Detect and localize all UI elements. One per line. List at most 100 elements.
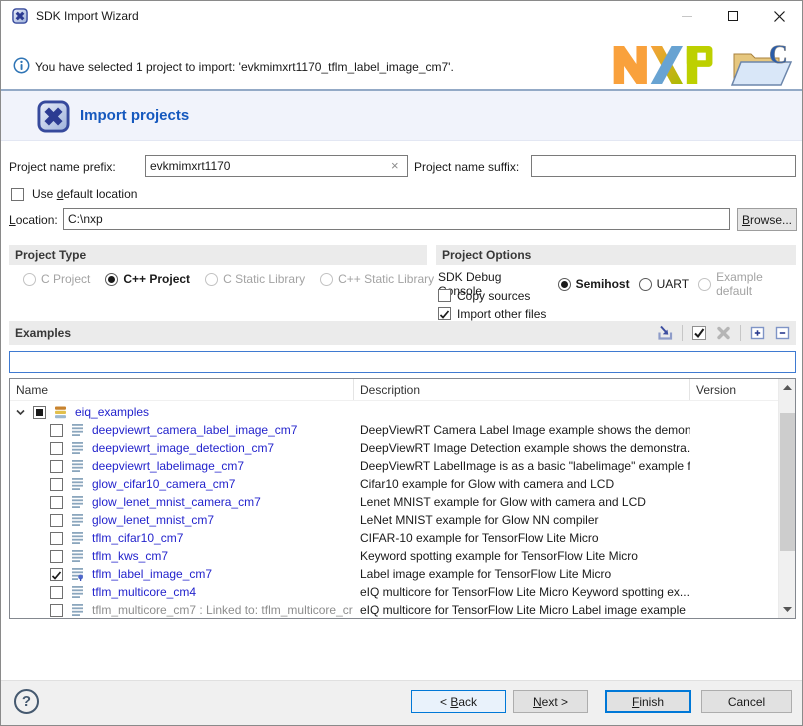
example-icon (71, 495, 84, 509)
examples-table: Name Description Version eiq_examplesdee… (9, 378, 796, 619)
browse-button[interactable]: Browse... (737, 208, 797, 231)
table-row[interactable]: glow_lenet_mnist_cm7LeNet MNIST example … (10, 511, 778, 529)
help-button[interactable]: ? (14, 689, 39, 714)
row-checkbox[interactable] (50, 514, 63, 527)
radio-semihost[interactable]: Semihost (558, 277, 630, 291)
examples-filter-input[interactable] (9, 351, 796, 373)
radio-label: C Project (41, 272, 90, 286)
column-header-description[interactable]: Description (354, 379, 690, 400)
maximize-icon (728, 11, 738, 21)
radio-label: UART (657, 277, 689, 291)
example-name[interactable]: tflm_multicore_cm7 : Linked to: tflm_mul… (92, 603, 353, 617)
scroll-up-icon[interactable] (779, 379, 795, 396)
check-all-icon[interactable] (691, 325, 707, 341)
suffix-input[interactable] (531, 155, 796, 177)
row-checkbox[interactable] (50, 568, 63, 581)
maximize-button[interactable] (710, 1, 756, 31)
examples-title: Examples (9, 326, 71, 340)
project-options-header: Project Options (436, 245, 796, 265)
back-button[interactable]: < Back (411, 690, 506, 713)
row-checkbox[interactable] (50, 424, 63, 437)
clear-prefix-icon[interactable]: × (391, 159, 399, 172)
row-checkbox[interactable] (50, 460, 63, 473)
finish-button[interactable]: Finish (605, 690, 691, 713)
radio-icon (205, 273, 218, 286)
checkbox-box (11, 188, 24, 201)
radio-uart[interactable]: UART (639, 277, 689, 291)
page-title: Import projects (80, 107, 189, 124)
table-row[interactable]: eiq_examples (10, 403, 778, 421)
wizard-x-icon (37, 100, 70, 133)
row-checkbox[interactable] (50, 496, 63, 509)
collapse-all-icon[interactable] (774, 325, 791, 341)
expand-all-icon[interactable] (749, 325, 766, 341)
toolbar-separator (682, 325, 683, 341)
prefix-input[interactable] (145, 155, 408, 177)
example-name[interactable]: deepviewrt_camera_label_image_cm7 (92, 423, 297, 437)
example-icon (71, 459, 84, 473)
table-row[interactable]: deepviewrt_image_detection_cm7DeepViewRT… (10, 439, 778, 457)
table-row[interactable]: tflm_multicore_cm7 : Linked to: tflm_mul… (10, 601, 778, 618)
use-default-location-checkbox[interactable]: Use default location (11, 187, 137, 201)
table-row[interactable]: tflm_label_image_cm7Label image example … (10, 565, 778, 583)
row-checkbox[interactable] (33, 406, 46, 419)
example-description: eIQ multicore for TensorFlow Lite Micro … (354, 603, 690, 617)
project-type-options: C ProjectC++ ProjectC Static LibraryC++ … (23, 272, 434, 286)
radio-c-project: C Project (23, 272, 90, 286)
scrollbar-thumb[interactable] (780, 413, 795, 551)
example-name[interactable]: tflm_kws_cm7 (92, 549, 168, 563)
next-button[interactable]: Next > (513, 690, 588, 713)
column-header-version[interactable]: Version (690, 379, 778, 400)
cancel-button[interactable]: Cancel (701, 690, 792, 713)
example-name[interactable]: tflm_cifar10_cm7 (92, 531, 183, 545)
example-name[interactable]: glow_cifar10_camera_cm7 (92, 477, 235, 491)
example-name[interactable]: tflm_multicore_cm4 (92, 585, 196, 599)
vertical-scrollbar[interactable] (778, 379, 795, 618)
table-row[interactable]: deepviewrt_camera_label_image_cm7DeepVie… (10, 421, 778, 439)
table-row[interactable]: tflm_kws_cm7Keyword spotting example for… (10, 547, 778, 565)
radio-c-project[interactable]: C++ Project (105, 272, 190, 286)
chevron-down-icon[interactable] (15, 407, 26, 418)
scroll-down-icon[interactable] (779, 601, 795, 618)
radio-c-static-library: C++ Static Library (320, 272, 434, 286)
title-bar: SDK Import Wizard (1, 1, 802, 31)
toolbar-separator (740, 325, 741, 341)
location-input[interactable] (63, 208, 730, 230)
example-description: Lenet MNIST example for Glow with camera… (354, 495, 690, 509)
table-row[interactable]: tflm_cifar10_cm7CIFAR-10 example for Ten… (10, 529, 778, 547)
row-checkbox[interactable] (50, 478, 63, 491)
project-options-checkboxes: Copy sources Import other files (438, 288, 546, 321)
example-icon (71, 531, 84, 545)
import-selection-icon[interactable] (656, 325, 674, 341)
table-row[interactable]: glow_lenet_mnist_camera_cm7 Lenet MNIST e… (10, 493, 778, 511)
row-checkbox[interactable] (50, 442, 63, 455)
example-name[interactable]: deepviewrt_image_detection_cm7 (92, 441, 274, 455)
radio-icon (698, 278, 711, 291)
info-icon (13, 57, 30, 74)
row-checkbox[interactable] (50, 604, 63, 617)
app-icon (12, 8, 28, 24)
row-checkbox[interactable] (50, 550, 63, 563)
example-name[interactable]: tflm_label_image_cm7 (92, 567, 212, 581)
column-header-name[interactable]: Name (10, 379, 354, 400)
example-name[interactable]: eiq_examples (75, 405, 149, 419)
use-default-location-label: Use default location (32, 187, 137, 201)
example-name[interactable]: glow_lenet_mnist_cm7 (92, 513, 214, 527)
radio-icon (105, 273, 118, 286)
close-button[interactable] (756, 1, 802, 31)
examples-header: Examples (9, 321, 796, 345)
checkbox-copy-sources[interactable]: Copy sources (438, 288, 546, 303)
radio-icon (558, 278, 571, 291)
example-name[interactable]: deepviewrt_labelimage_cm7 (92, 459, 244, 473)
table-row[interactable]: deepviewrt_labelimage_cm7DeepViewRT Labe… (10, 457, 778, 475)
checkbox-import-other-files[interactable]: Import other files (438, 306, 546, 321)
suffix-label: Project name suffix: (414, 160, 519, 174)
example-pinned-icon (71, 567, 84, 581)
table-row[interactable]: tflm_multicore_cm4eIQ multicore for Tens… (10, 583, 778, 601)
example-name[interactable]: glow_lenet_mnist_camera_cm7 (92, 495, 261, 509)
radio-icon (23, 273, 36, 286)
table-row[interactable]: glow_cifar10_camera_cm7Cifar10 example f… (10, 475, 778, 493)
minimize-button[interactable] (664, 1, 710, 31)
row-checkbox[interactable] (50, 586, 63, 599)
row-checkbox[interactable] (50, 532, 63, 545)
